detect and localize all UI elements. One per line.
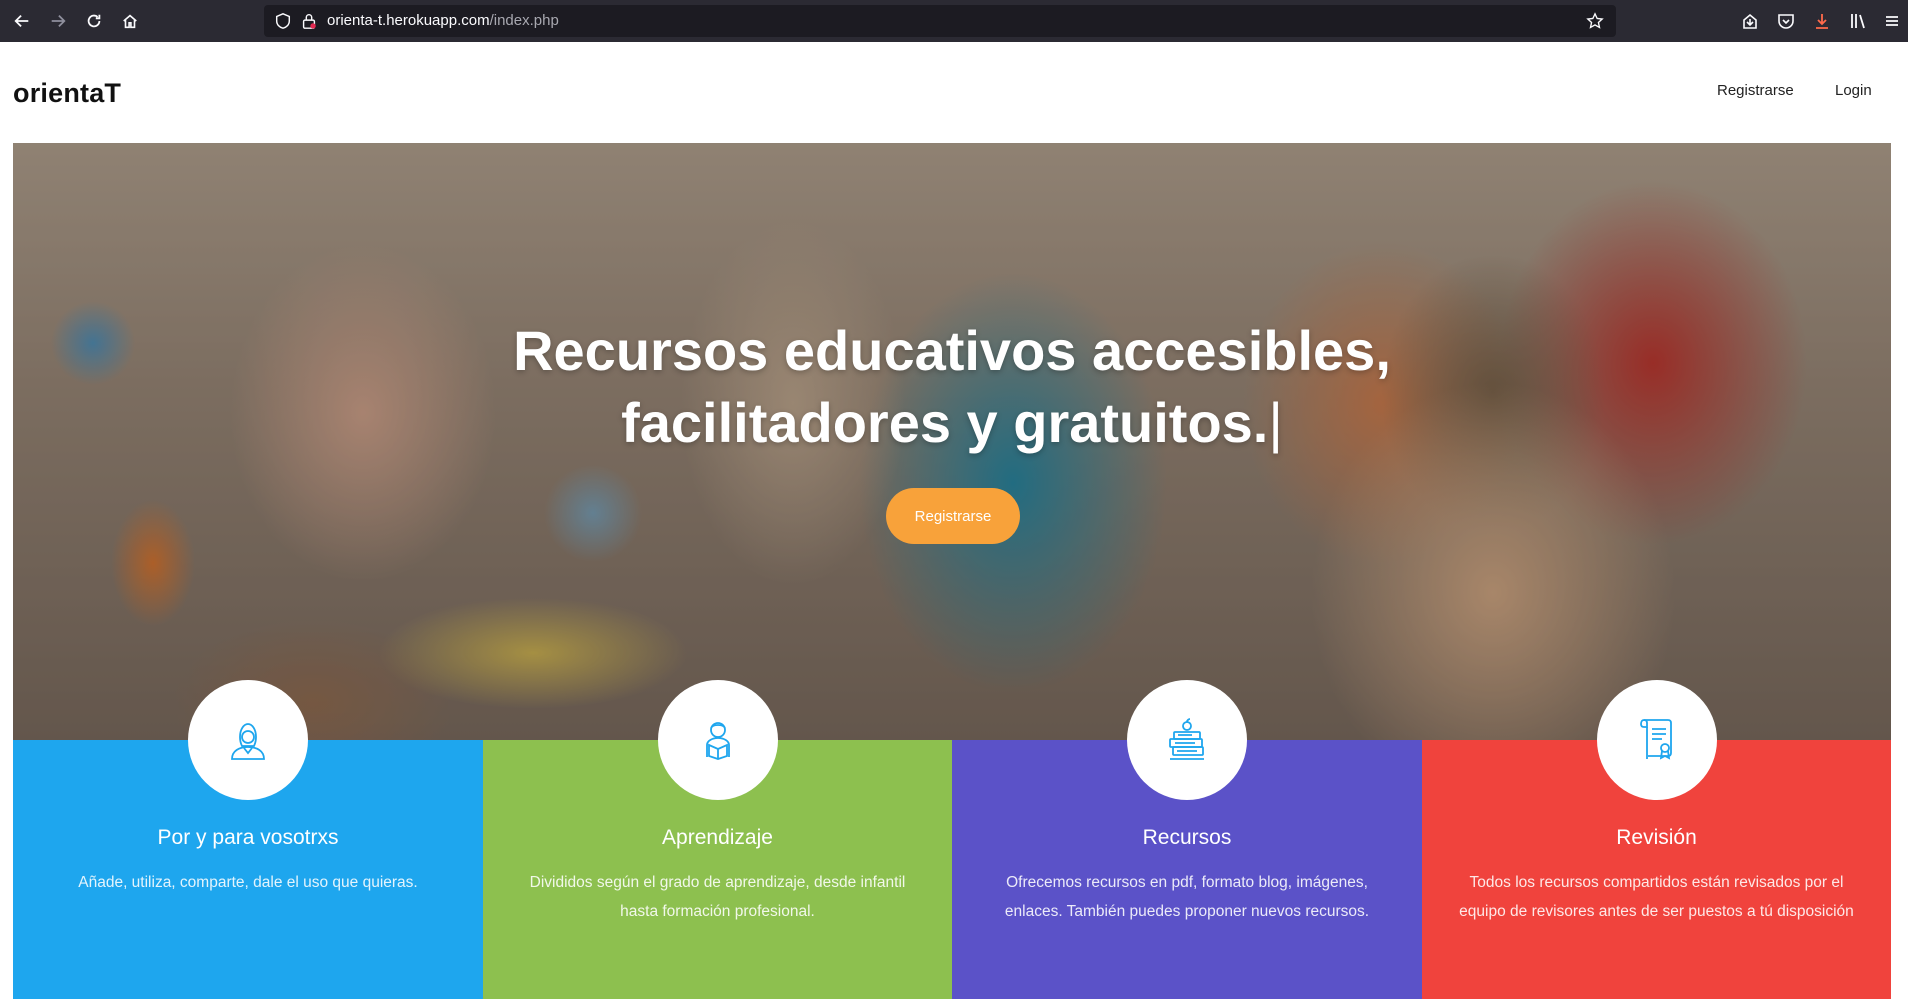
feature-title: Recursos: [1142, 826, 1232, 849]
feature-icon-circle: [188, 680, 308, 800]
reload-icon[interactable]: [82, 9, 106, 33]
url-path: /index.php: [489, 12, 559, 29]
forward-arrow-icon[interactable]: [46, 9, 70, 33]
back-arrow-icon[interactable]: [10, 9, 34, 33]
hero-section: Recursos educativos accesibles, facilita…: [13, 143, 1891, 740]
student-reading-icon: [705, 722, 730, 760]
url-host: orienta-t.herokuapp.com: [327, 12, 490, 29]
brand-logo[interactable]: orientaT: [13, 78, 121, 109]
feature-card-review: Revisión Todos los recursos compartidos …: [1422, 680, 1891, 999]
nav-register-link[interactable]: Registrarse: [1717, 82, 1794, 99]
hero-title: Recursos educativos accesibles, facilita…: [13, 315, 1891, 459]
downloads-icon[interactable]: [1812, 11, 1832, 31]
feature-description: Todos los recursos compartidos están rev…: [1459, 874, 1854, 920]
feature-description: Ofrecemos recursos en pdf, formato blog,…: [1004, 874, 1370, 920]
feature-icon-circle: [657, 680, 778, 800]
browser-toolbar: orienta-t.herokuapp.com/index.php: [0, 0, 1908, 42]
feature-card-resources: Recursos Ofrecemos recursos en pdf, form…: [952, 680, 1422, 999]
shield-icon[interactable]: [274, 12, 292, 30]
hero-title-line2: facilitadores y gratuitos.: [621, 391, 1269, 454]
feature-description: Añade, utiliza, comparte, dale el uso qu…: [78, 874, 418, 891]
feature-title: Revisión: [1616, 826, 1697, 849]
feature-icon-circle: [1127, 680, 1247, 800]
feature-card-community: Por y para vosotrxs Añade, utiliza, comp…: [13, 680, 483, 999]
feature-title: Por y para vosotrxs: [157, 826, 339, 849]
hero-register-button[interactable]: Registrarse: [886, 488, 1020, 544]
certificate-scroll-icon: [1639, 719, 1672, 760]
url-text: orienta-t.herokuapp.com/index.php: [327, 12, 559, 29]
pocket-icon[interactable]: [1776, 11, 1796, 31]
save-to-pocket-icon[interactable]: [1740, 11, 1760, 31]
feature-title: Aprendizaje: [662, 826, 773, 849]
bookmark-star-icon[interactable]: [1586, 12, 1604, 30]
feature-card-learning: Aprendizaje Divididos según el grado de …: [483, 680, 952, 999]
url-bar[interactable]: orienta-t.herokuapp.com/index.php: [264, 5, 1616, 37]
site-header: orientaT Registrarse Login: [0, 42, 1908, 142]
typing-cursor: |: [1268, 391, 1283, 454]
feature-description: Divididos según el grado de aprendizaje,…: [529, 874, 906, 920]
home-icon[interactable]: [118, 9, 142, 33]
books-apple-icon: [1169, 718, 1204, 760]
woman-user-icon: [231, 723, 265, 760]
lock-icon[interactable]: [300, 12, 318, 30]
menu-icon[interactable]: [1882, 11, 1902, 31]
feature-icon-circle: [1596, 680, 1717, 800]
library-icon[interactable]: [1848, 11, 1868, 31]
nav-login-link[interactable]: Login: [1835, 82, 1872, 99]
hero-title-line1: Recursos educativos accesibles,: [513, 319, 1391, 382]
